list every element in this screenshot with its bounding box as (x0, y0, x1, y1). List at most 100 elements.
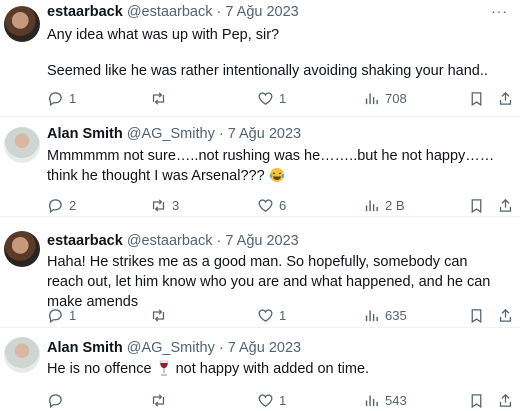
retweet-button[interactable]: 3 (150, 195, 179, 215)
tweet-header: Alan Smith @AG_Smithy · 7 Ağu 2023 (47, 125, 301, 143)
retweet-button[interactable] (150, 88, 172, 108)
share-icon (499, 91, 512, 105)
views-icon (365, 395, 378, 406)
tweet-header: Alan Smith @AG_Smithy · 7 Ağu 2023 (47, 339, 301, 357)
share-button[interactable] (497, 195, 514, 215)
reply-count: 1 (69, 307, 77, 323)
retweet-button[interactable] (150, 390, 172, 410)
avatar[interactable] (4, 231, 40, 267)
bookmark-button[interactable] (468, 390, 485, 410)
views-button[interactable]: 2 B (363, 195, 405, 215)
handle[interactable]: @AG_Smithy (127, 126, 215, 142)
display-name[interactable]: Alan Smith (47, 126, 123, 142)
wine-glass-emoji-icon (159, 360, 168, 376)
heart-icon (258, 308, 273, 322)
heart-icon (258, 393, 273, 407)
reply-icon (49, 308, 62, 323)
tweet-line: Any idea what was up with Pep, sir? (47, 27, 280, 43)
tweet-header: estaarback @estaarback · 7 Ağu 2023 (47, 3, 299, 21)
bookmark-icon (471, 91, 482, 106)
timestamp[interactable]: 7 Ağu 2023 (228, 126, 301, 142)
separator: · (214, 340, 228, 356)
heart-icon (258, 198, 273, 212)
reply-count: 2 (69, 197, 77, 213)
tweet-text: Mmmmmm not sure…..not rushing was he……..… (47, 146, 502, 186)
retweet-icon (152, 91, 165, 105)
view-count: 708 (385, 90, 407, 106)
bookmark-icon (471, 198, 482, 213)
tweet[interactable]: Alan Smith @AG_Smithy · 7 Ağu 2023 Mmmmm… (0, 117, 520, 217)
retweet-icon (152, 198, 165, 212)
reply-icon (49, 198, 62, 213)
timestamp[interactable]: 7 Ağu 2023 (225, 233, 298, 249)
tweet-line: He is no offence (47, 361, 152, 377)
share-button[interactable] (497, 305, 514, 325)
reply-button[interactable]: 1 (47, 305, 76, 325)
share-button[interactable] (497, 88, 514, 108)
like-button[interactable]: 1 (257, 390, 286, 410)
handle[interactable]: @AG_Smithy (127, 340, 215, 356)
view-count: 635 (385, 307, 407, 323)
reply-button[interactable]: 2 (47, 195, 76, 215)
bookmark-icon (471, 393, 482, 408)
views-icon (365, 310, 378, 321)
timestamp[interactable]: 7 Ağu 2023 (228, 340, 301, 356)
retweet-count: 3 (172, 197, 180, 213)
reply-button[interactable]: 1 (47, 88, 76, 108)
tweet-actions: 1 1 635 (47, 305, 520, 325)
heart-icon (258, 91, 273, 105)
separator: · (212, 4, 226, 20)
tweet-actions: 2 3 6 2 B (47, 195, 520, 215)
views-button[interactable]: 635 (363, 305, 407, 325)
view-count: 543 (385, 392, 407, 408)
tweet[interactable]: estaarback @estaarback · 7 Ağu 2023 ··· … (0, 0, 520, 117)
timestamp[interactable]: 7 Ağu 2023 (225, 4, 298, 20)
share-icon (499, 308, 512, 322)
display-name[interactable]: estaarback (47, 4, 123, 20)
retweet-button[interactable] (150, 305, 172, 325)
views-button[interactable]: 543 (363, 390, 407, 410)
tweet-text: Any idea what was up with Pep, sir? Seem… (47, 25, 502, 81)
share-button[interactable] (497, 390, 514, 410)
like-count: 1 (279, 307, 287, 323)
views-icon (365, 93, 378, 104)
handle[interactable]: @estaarback (127, 233, 213, 249)
views-button[interactable]: 708 (363, 88, 407, 108)
tweet-text: Haha! He strikes me as a good man. So ho… (47, 252, 502, 312)
reply-icon (49, 91, 62, 106)
bookmark-button[interactable] (468, 88, 485, 108)
like-count: 1 (279, 392, 287, 408)
tweet-actions: 1 1 708 (47, 88, 520, 108)
like-button[interactable]: 1 (257, 305, 286, 325)
avatar[interactable] (4, 337, 40, 373)
retweet-icon (152, 308, 165, 322)
bookmark-button[interactable] (468, 305, 485, 325)
share-icon (499, 393, 512, 407)
tweet-text: He is no offence not happy with added on… (47, 359, 502, 379)
tweet-line: not happy with added on time. (175, 361, 370, 377)
more-options-icon[interactable]: ··· (491, 3, 508, 19)
display-name[interactable]: Alan Smith (47, 340, 123, 356)
like-button[interactable]: 1 (257, 88, 286, 108)
laughing-tears-emoji-icon (269, 168, 284, 182)
reply-icon (49, 393, 62, 408)
bookmark-icon (471, 308, 482, 323)
handle[interactable]: @estaarback (127, 4, 213, 20)
separator: · (214, 126, 228, 142)
tweet[interactable]: estaarback @estaarback · 7 Ağu 2023 Haha… (0, 217, 520, 328)
avatar[interactable] (4, 6, 40, 42)
reply-button[interactable] (47, 390, 69, 410)
tweet-line: Haha! He strikes me as a good man. So ho… (47, 254, 491, 310)
display-name[interactable]: estaarback (47, 233, 123, 249)
avatar[interactable] (4, 127, 40, 163)
tweet-line: Seemed like he was rather intentionally … (47, 63, 488, 79)
share-icon (499, 198, 512, 212)
tweet-header: estaarback @estaarback · 7 Ağu 2023 (47, 232, 299, 250)
like-count: 1 (279, 90, 287, 106)
views-icon (365, 200, 378, 211)
view-count: 2 B (385, 197, 405, 213)
bookmark-button[interactable] (468, 195, 485, 215)
like-button[interactable]: 6 (257, 195, 286, 215)
tweet-actions: 1 543 (47, 390, 520, 410)
tweet[interactable]: Alan Smith @AG_Smithy · 7 Ağu 2023 He is… (0, 328, 520, 411)
